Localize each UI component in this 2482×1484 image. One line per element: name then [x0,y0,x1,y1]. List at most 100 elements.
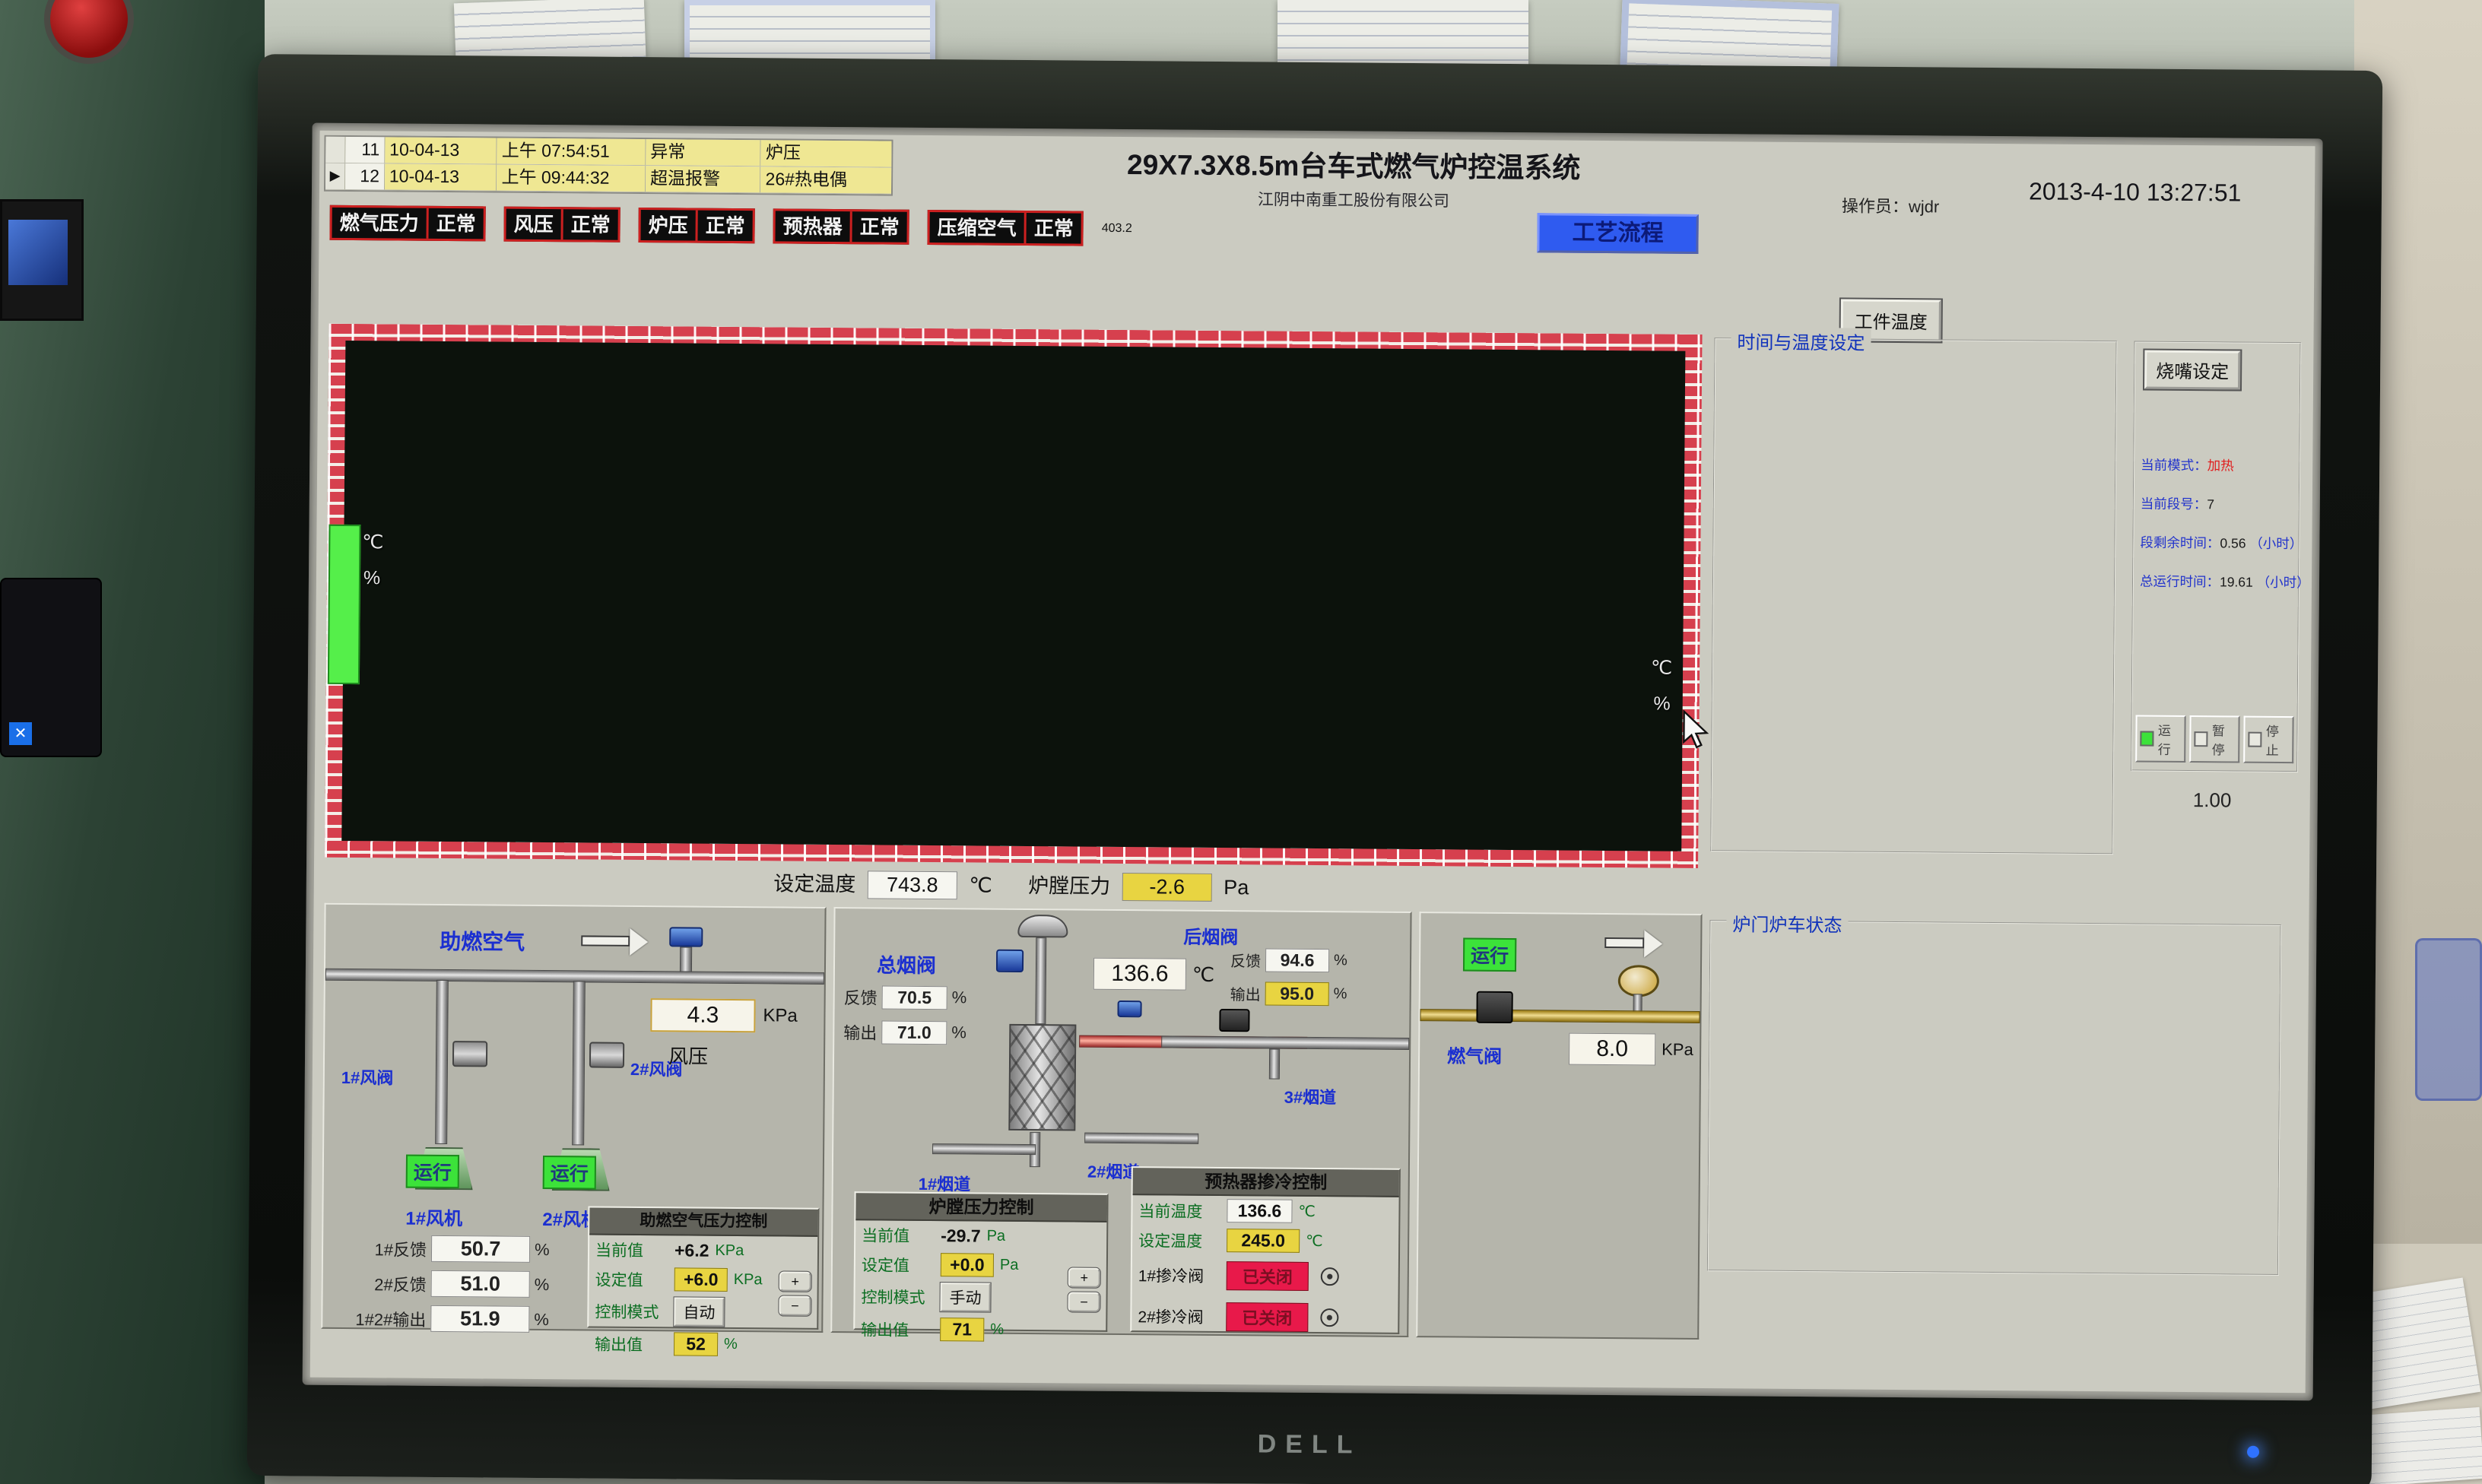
top-burner-row [372,345,1640,507]
air-out-row: 输出值52% [589,1329,817,1360]
gas-pipe [1420,1009,1700,1023]
status-indicator: 压缩空气正常 [928,210,1084,246]
pipe [435,980,449,1144]
wind-pressure-unit: KPa [763,1005,798,1026]
rear-feedback-row: 反馈94.6% [1230,948,1347,972]
alarm-number: 11 [345,137,385,163]
air-pressure-value[interactable]: 403.2 [1102,222,1132,236]
duct2-pipe [1084,1133,1198,1144]
set-temp-value[interactable]: 743.8 [868,870,957,899]
air-mode-button[interactable]: 自动 [674,1297,724,1327]
chamber-out-value[interactable]: 71 [940,1318,984,1341]
alarm-type: 异常 [646,139,761,166]
flue-valve-handle-icon[interactable] [996,950,1024,972]
status-indicator: 炉压正常 [639,208,755,243]
combustion-air-title: 助燃空气 [440,925,525,956]
close-icon: ✕ [9,722,32,745]
chamber-out-row: 输出值71% [855,1314,1106,1346]
operator-line: 操作员：wjdr [1842,192,1940,217]
burner-settings-group: 烧嘴设定 当前模式：加热 当前段号：7 段剩余时间：0.56 （小时） 总运行时… [2131,341,2301,772]
burner-settings-button[interactable]: 烧嘴设定 [2144,350,2240,390]
precool-set-row: 设定温度245.0℃ [1132,1225,1398,1257]
alarm-time: 上午 09:44:32 [497,165,646,192]
alarm-row[interactable]: ▶1210-04-13上午 09:44:32超温报警26#热电偶 [325,163,891,195]
alarm-list[interactable]: 1110-04-13上午 07:54:51异常炉压▶1210-04-13上午 0… [324,135,893,196]
furnace-footer: 设定温度 743.8 ℃ 炉膛压力 -2.6 Pa [325,864,1698,905]
chamber-mode-button[interactable]: 手动 [940,1283,990,1312]
stop-checkbox[interactable]: 停止 [2243,716,2293,764]
set-temp-unit: ℃ [969,874,992,896]
alarm-date: 10-04-13 [385,163,497,190]
unit-percent-label: % [363,567,380,589]
gas-run-badge: 运行 [1463,938,1516,972]
flue-output-value: 71.0 [881,1020,947,1045]
fan-1-run-badge: 运行 [406,1155,459,1189]
valve2-eye-icon[interactable] [1320,1308,1338,1327]
gas-flow-arrow-icon [1604,937,1644,948]
flue-temp-unit: ℃ [1192,963,1214,987]
gas-valve-icon[interactable] [1476,991,1512,1023]
status-name: 燃气压力 [332,208,426,239]
alarm-row[interactable]: 1110-04-13上午 07:54:51异常炉压 [325,137,891,168]
air-cur-value: +6.2 [674,1240,709,1260]
mouse-cursor [1682,710,1711,753]
rear-valve-icon[interactable] [1219,1009,1249,1032]
temp-sensor-icon [1117,1000,1141,1017]
valve1-eye-icon[interactable] [1321,1267,1339,1286]
alarm-time: 上午 07:54:51 [497,138,646,166]
precool-set-value[interactable]: 245.0 [1227,1229,1300,1253]
duct1-pipe [932,1143,1036,1155]
alarm-type: 超温报警 [646,166,761,192]
screen-frame: 1110-04-13上午 07:54:51异常炉压▶1210-04-13上午 0… [303,123,2323,1401]
rear-flue-valve-label: 后烟阀 [1183,922,1238,950]
air-pressure-control: 助燃空气压力控制 当前值+6.2KPa 设定值+6.0KPa 控制模式自动 输出… [587,1207,819,1330]
fan-valve-1-icon[interactable] [452,1041,487,1067]
status-name: 炉压 [641,210,696,241]
small-panel-screen [8,220,68,285]
fans-output-value: 51.9 [430,1305,529,1333]
air-increase-button[interactable]: + [779,1271,811,1291]
alarm-number: 12 [345,163,385,189]
fan1-feedback-row: 1#反馈50.7% [331,1235,550,1263]
fan-valve-1-label: 1#风阀 [341,1064,394,1089]
segment-table-legend: 时间与温度设定 [1731,327,1871,354]
precool-cur-row: 当前温度136.6℃ [1132,1195,1398,1227]
wind-pressure-value[interactable]: 4.3 [650,998,755,1032]
chamber-decrease-button[interactable]: − [1068,1292,1100,1311]
flue-feedback-value: 70.5 [882,985,947,1010]
fan2-feedback-row: 2#反馈51.0% [331,1270,550,1298]
desk-device: ✕ [0,578,102,757]
chamber-cur-value: -29.7 [941,1226,981,1246]
chamber-cur-row: 当前值-29.7Pa [855,1220,1106,1251]
air-out-value[interactable]: 52 [674,1332,718,1356]
fan2-feedback-value: 51.0 [431,1270,530,1298]
chamber-increase-button[interactable]: + [1068,1267,1100,1287]
rear-output-row: 输出95.0% [1230,981,1347,1006]
status-state: 正常 [1024,213,1081,244]
segment-table-group: 时间与温度设定 [1710,338,2117,855]
chamber-pressure-control-title: 炉膛压力控制 [855,1193,1106,1222]
run-checkbox[interactable]: 运行 [2135,715,2185,763]
chamber-pressure-value[interactable]: -2.6 [1122,873,1212,902]
unit-percent-label: % [1653,693,1670,715]
burner-params: 当前模式：加热 当前段号：7 段剩余时间：0.56 （小时） 总运行时间：19.… [2140,455,2296,612]
chamber-set-value[interactable]: +0.0 [941,1253,994,1277]
title-block: 29X7.3X8.5m台车式燃气炉控温系统 江阴中南重工股份有限公司 [905,140,1803,214]
alarm-source: 26#热电偶 [760,166,891,193]
chamber-pressure-control: 炉膛压力控制 当前值-29.7Pa 设定值+0.0Pa 控制模式手动 输出值71… [853,1191,1108,1332]
fan-1-label: 1#风机 [405,1203,462,1231]
pause-checkbox[interactable]: 暂停 [2189,715,2239,763]
rear-output-value[interactable]: 95.0 [1265,981,1329,1006]
status-indicator: 燃气压力正常 [329,205,485,242]
fans-output-row: 1#2#输出51.9% [330,1305,549,1333]
process-flow-button[interactable]: 工艺流程 [1537,213,1698,254]
fan-valve-2-icon[interactable] [589,1042,624,1068]
flue-temp-value: 136.6 [1093,958,1186,991]
door-cart-legend: 炉门炉车状态 [1726,909,1848,937]
gas-flowmeter-icon [1618,965,1659,997]
air-set-value[interactable]: +6.0 [674,1267,728,1292]
wind-pressure-label: 风压 [668,1041,708,1069]
air-decrease-button[interactable]: − [779,1295,811,1315]
alarm-source: 炉压 [761,140,892,166]
pause-checkbox-box [2194,731,2208,747]
